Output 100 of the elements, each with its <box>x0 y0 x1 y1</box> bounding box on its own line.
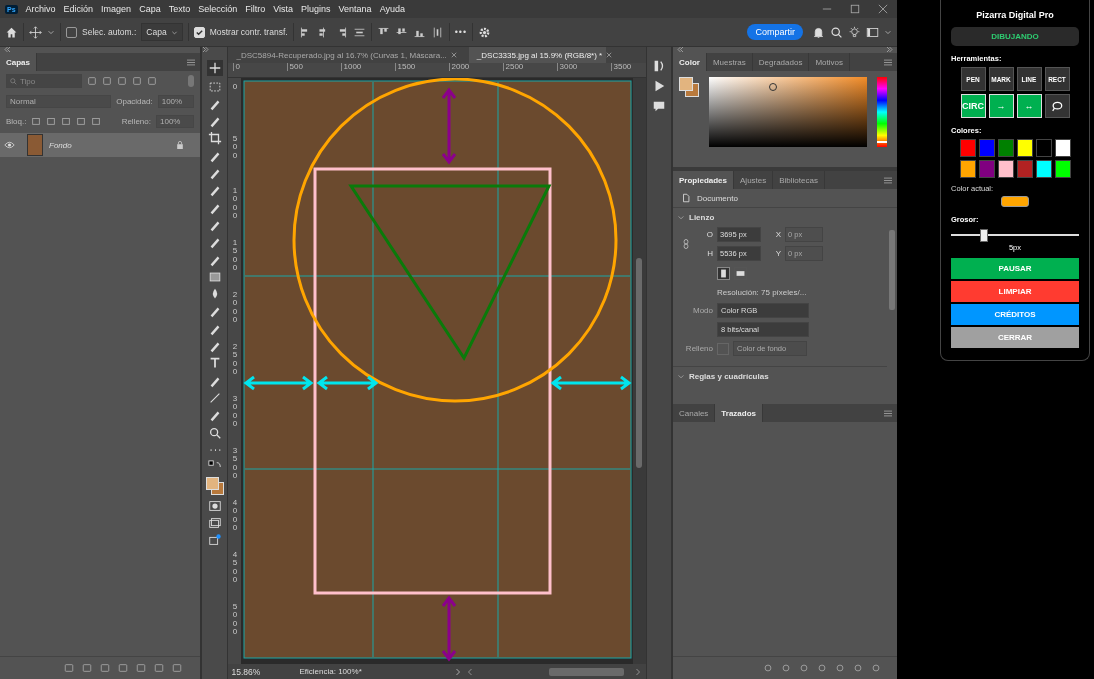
caret-icon[interactable] <box>47 28 55 36</box>
target-dropdown[interactable]: Capa <box>141 23 183 41</box>
color-swatch[interactable] <box>978 139 995 157</box>
filter-toggle[interactable] <box>188 75 194 87</box>
mode-label: Modo <box>692 306 713 315</box>
menu-item[interactable]: Ayuda <box>379 4 405 14</box>
close-icon[interactable] <box>878 4 888 14</box>
scrollbar-thumb[interactable] <box>636 258 643 468</box>
panel-tab[interactable]: Trazados <box>715 404 764 422</box>
panel-title: Pizarra Digital Pro <box>975 10 1055 20</box>
panel-tab[interactable]: Muestras <box>706 53 753 71</box>
opacity-field[interactable]: 100% <box>157 94 194 108</box>
chevron-right-icon[interactable] <box>455 667 462 676</box>
color-swatches[interactable] <box>205 477 224 496</box>
color-swatch[interactable] <box>1035 160 1052 178</box>
blend-mode-dropdown[interactable]: Normal <box>6 94 112 108</box>
search-icon[interactable] <box>830 25 843 39</box>
menu-icon[interactable] <box>187 58 195 66</box>
color-swatch[interactable] <box>959 139 976 157</box>
color-swatch[interactable] <box>997 139 1014 157</box>
lightbulb-icon[interactable] <box>848 25 861 39</box>
home-icon[interactable] <box>5 25 18 39</box>
document-tab[interactable]: _DSC3335.jpg al 15.9% (RGB/8*) * <box>468 47 607 63</box>
scrollbar-thumb[interactable] <box>889 230 895 310</box>
share-button[interactable]: Compartir <box>747 24 803 40</box>
color-swatch[interactable] <box>1016 139 1033 157</box>
workspace-icon[interactable] <box>866 25 879 39</box>
magnifier-icon[interactable] <box>207 425 222 440</box>
quick-mask-icon[interactable] <box>207 498 222 513</box>
menu-item[interactable]: Texto <box>168 4 191 14</box>
color-swatch[interactable] <box>1054 160 1071 178</box>
ruler-label: 4500 <box>232 551 238 587</box>
guide-line[interactable] <box>245 275 631 277</box>
caret-icon[interactable] <box>884 28 892 36</box>
menu-item[interactable]: Plugins <box>301 4 331 14</box>
hue-slider[interactable] <box>877 77 887 147</box>
collapse-icon[interactable] <box>4 47 11 52</box>
menu-item[interactable]: Filtro <box>245 4 266 14</box>
bell-icon[interactable] <box>812 25 825 39</box>
expand-icon[interactable] <box>886 47 893 52</box>
color-swatch[interactable] <box>1054 139 1071 157</box>
chevron-down-icon[interactable] <box>677 372 685 381</box>
marquee-icon[interactable] <box>207 79 222 94</box>
menu-item[interactable]: Ventana <box>338 4 372 14</box>
panel-tab[interactable]: Bibliotecas <box>773 171 825 189</box>
share-icon[interactable] <box>207 533 222 548</box>
auto-select-checkbox[interactable] <box>66 26 77 38</box>
color-swatch[interactable] <box>997 160 1014 178</box>
ruler-label: 2500 <box>232 343 238 379</box>
color-swatch[interactable] <box>959 160 976 178</box>
settings-icon[interactable] <box>478 25 492 39</box>
expand-icon[interactable] <box>202 47 209 52</box>
screen-mode-icon[interactable] <box>207 516 222 530</box>
panel-tab[interactable]: Color <box>673 53 707 71</box>
section-title[interactable]: Reglas y cuadrículas <box>689 372 769 381</box>
color-swatch[interactable] <box>1016 160 1033 178</box>
opacity-label: Opacidad: <box>116 96 153 106</box>
color-swatch[interactable] <box>978 160 995 178</box>
maximize-icon[interactable] <box>850 4 860 14</box>
document-tab[interactable]: _DSC5894-Recuperado.jpg al 16.7% (Curvas 1, Máscara... <box>228 47 451 63</box>
menu-icon[interactable] <box>884 409 892 417</box>
menu-item[interactable]: Capa <box>139 4 161 14</box>
double-arrow <box>244 375 314 391</box>
menu-item[interactable]: Selección <box>198 4 238 14</box>
gradient-icon[interactable] <box>207 269 222 284</box>
close-icon[interactable] <box>606 52 613 58</box>
ruler-label: 2000 <box>449 63 504 71</box>
transform-checkbox[interactable] <box>193 26 205 38</box>
zoom-level: 15.86% <box>231 666 262 677</box>
menu-item[interactable]: Edición <box>63 4 94 14</box>
panel-tab[interactable]: Ajustes <box>734 171 774 189</box>
menu-item[interactable]: Imagen <box>101 4 132 14</box>
eye-icon[interactable] <box>4 141 15 149</box>
panel-tab[interactable]: Degradados <box>752 53 810 71</box>
color-swatch[interactable] <box>1035 139 1052 157</box>
fill-field[interactable]: 100% <box>156 114 194 128</box>
menu-item[interactable]: Vista <box>273 4 294 14</box>
crop-icon[interactable] <box>207 131 222 146</box>
panel-tab[interactable]: Motivos <box>809 53 850 71</box>
section-title[interactable]: Lienzo <box>689 213 715 222</box>
double-arrow <box>317 375 379 391</box>
color-swatches[interactable] <box>679 77 699 97</box>
portrait-icon[interactable] <box>717 267 730 280</box>
menu-icon[interactable] <box>884 58 892 66</box>
more-button[interactable]: ••• <box>454 27 468 37</box>
comment-icon[interactable] <box>652 99 667 113</box>
color-picker-field[interactable] <box>709 77 867 147</box>
tool-button[interactable] <box>1044 94 1070 118</box>
guide-line[interactable] <box>373 81 374 658</box>
close-icon[interactable] <box>450 52 457 58</box>
action-button[interactable]: LIMPIAR <box>951 281 1079 302</box>
collapse-icon[interactable] <box>677 47 684 52</box>
scrollbar-thumb[interactable] <box>549 667 625 676</box>
layers-tab[interactable]: Capas <box>0 53 37 71</box>
menu-item[interactable]: Archivo <box>25 4 56 14</box>
menu-icon[interactable] <box>884 176 892 184</box>
slider-thumb[interactable] <box>980 229 988 242</box>
chevron-down-icon[interactable] <box>677 213 685 222</box>
layer-row[interactable]: Fondo <box>0 133 200 157</box>
panel-tab[interactable]: Propiedades <box>673 171 734 189</box>
